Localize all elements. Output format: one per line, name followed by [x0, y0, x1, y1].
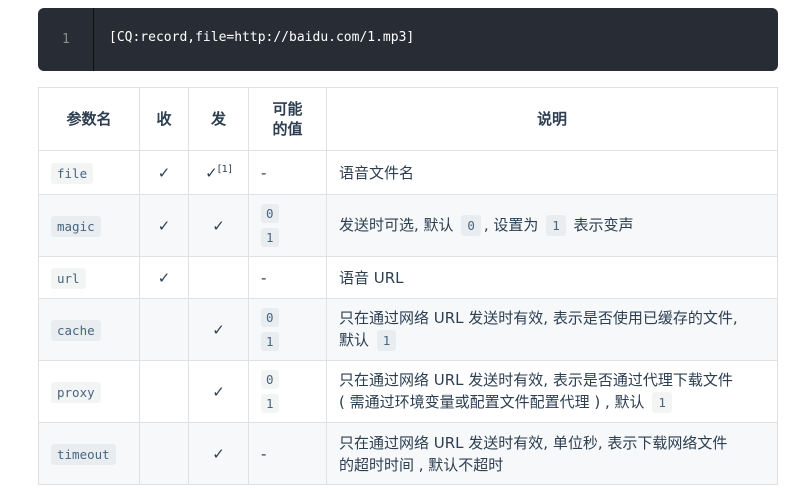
code-block: 1 [CQ:record,file=http://baidu.com/1.mp3… — [38, 8, 778, 71]
send-cell: ✓ — [188, 298, 249, 361]
param-name: file — [51, 162, 94, 184]
param-name-cell: file — [38, 150, 140, 195]
desc-cell: 发送时可选, 默认 0, 设置为 1 表示变声 — [326, 194, 778, 257]
value-option: 0 — [261, 370, 279, 389]
send-cell: ✓ — [188, 194, 249, 257]
send-cell: ✓[1] — [188, 150, 249, 195]
header-values: 可能的值 — [248, 87, 327, 151]
value-option: 0 — [261, 204, 279, 223]
header-recv: 收 — [139, 87, 189, 151]
param-name: url — [51, 267, 86, 289]
table-row-url: url ✓ - 语音 URL — [38, 256, 778, 299]
desc-code: 1 — [546, 215, 566, 236]
recv-cell — [139, 422, 189, 485]
param-name-cell: magic — [38, 194, 140, 257]
recv-cell — [139, 298, 189, 361]
table-row-magic: magic ✓ ✓ 0 1 发送时可选, 默认 0, 设置为 1 表示变声 — [38, 194, 778, 257]
recv-cell: ✓ — [139, 256, 189, 299]
param-name-cell: url — [38, 256, 140, 299]
value-option: 0 — [261, 308, 279, 327]
param-name-cell: timeout — [38, 422, 140, 485]
param-name: magic — [51, 215, 101, 237]
desc-cell: 语音 URL — [326, 256, 778, 299]
desc-line: ( 需通过环境变量或配置文件配置代理 ) , 默认 1 — [339, 391, 765, 414]
desc-line: 的超时时间 , 默认不超时 — [339, 455, 504, 474]
desc-cell: 语音文件名 — [326, 150, 778, 195]
send-cell: ✓ — [188, 360, 249, 423]
send-cell — [188, 256, 249, 299]
header-row: 参数名 收 发 可能的值 说明 — [38, 87, 778, 151]
send-mark: ✓ — [205, 163, 218, 182]
desc-code: 0 — [461, 215, 481, 236]
desc-code: 1 — [376, 330, 397, 351]
desc-line: 只在通过网络 URL 发送时有效, 表示是否通过代理下载文件 — [339, 371, 733, 389]
desc-cell: 只在通过网络 URL 发送时有效, 表示是否通过代理下载文件 ( 需通过环境变量… — [326, 360, 778, 423]
desc-line: 默认 1 — [339, 329, 765, 352]
header-name: 参数名 — [38, 87, 140, 151]
value-option: 1 — [261, 394, 279, 413]
values-cell: - — [248, 422, 327, 485]
desc-text: 默认 — [339, 331, 370, 349]
desc-cell: 只在通过网络 URL 发送时有效, 表示是否使用已缓存的文件, 默认 1 — [326, 298, 778, 361]
values-cell: - — [248, 256, 327, 299]
footnote-link[interactable]: [1] — [218, 164, 232, 175]
param-name: cache — [51, 319, 101, 341]
table-row-proxy: proxy ✓ 0 1 只在通过网络 URL 发送时有效, 表示是否通过代理下载… — [38, 360, 778, 423]
desc-text: ( 需通过环境变量或配置文件配置代理 ) , 默认 — [339, 393, 645, 411]
recv-cell — [139, 360, 189, 423]
values-cell: 0 1 — [248, 298, 327, 361]
code-gutter: 1 — [38, 8, 94, 71]
params-table: 参数名 收 发 可能的值 说明 file ✓ ✓[1] - 语音文件名 magi… — [38, 87, 778, 485]
code-line: [CQ:record,file=http://baidu.com/1.mp3] — [109, 30, 415, 45]
table-row-file: file ✓ ✓[1] - 语音文件名 — [38, 150, 778, 195]
table-row-timeout: timeout ✓ - 只在通过网络 URL 发送时有效, 单位秒, 表示下载网… — [38, 422, 778, 485]
send-cell: ✓ — [188, 422, 249, 485]
line-number: 1 — [62, 32, 70, 47]
desc-text: 表示变声 — [573, 216, 634, 234]
recv-cell: ✓ — [139, 150, 189, 195]
desc-cell: 只在通过网络 URL 发送时有效, 单位秒, 表示下载网络文件 的超时时间 , … — [326, 422, 778, 485]
desc-line: 只在通过网络 URL 发送时有效, 表示是否使用已缓存的文件, — [339, 309, 738, 327]
param-name: proxy — [51, 381, 101, 403]
header-values-label: 可能的值 — [272, 100, 303, 138]
recv-cell: ✓ — [139, 194, 189, 257]
desc-line: 只在通过网络 URL 发送时有效, 单位秒, 表示下载网络文件 — [339, 433, 728, 452]
values-cell: 0 1 — [248, 194, 327, 257]
param-name: timeout — [51, 443, 116, 465]
values-cell: 0 1 — [248, 360, 327, 423]
desc-text: 发送时可选, 默认 — [339, 216, 454, 234]
param-name-cell: proxy — [38, 360, 140, 423]
desc-code: 1 — [652, 392, 672, 413]
header-send: 发 — [188, 87, 249, 151]
param-name-cell: cache — [38, 298, 140, 361]
values-cell: - — [248, 150, 327, 195]
value-option: 1 — [261, 228, 279, 247]
table-row-cache: cache ✓ 0 1 只在通过网络 URL 发送时有效, 表示是否使用已缓存的… — [38, 298, 778, 361]
header-desc: 说明 — [326, 87, 778, 151]
desc-text: , 设置为 — [483, 216, 539, 234]
value-option: 1 — [261, 332, 279, 351]
